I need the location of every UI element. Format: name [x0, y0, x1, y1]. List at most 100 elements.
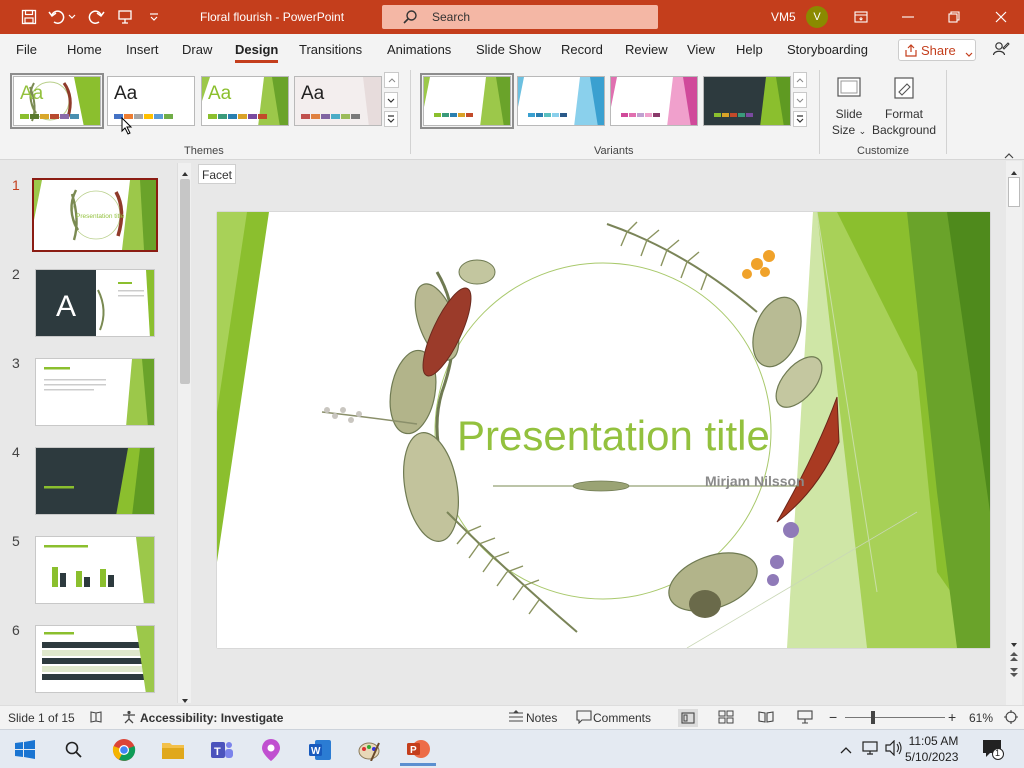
powerpoint-icon[interactable]: P	[400, 734, 436, 766]
zoom-out-icon[interactable]: −	[829, 709, 837, 725]
tab-design[interactable]: Design	[235, 42, 279, 63]
taskbar-search-icon[interactable]	[56, 734, 92, 766]
comments-icon[interactable]	[992, 40, 1010, 61]
network-icon[interactable]	[862, 740, 880, 759]
teams-icon[interactable]: T	[204, 734, 240, 766]
chrome-icon[interactable]	[106, 734, 142, 766]
slide-number: 5	[12, 533, 20, 549]
variant-3[interactable]	[610, 76, 698, 126]
maps-pin-icon[interactable]	[253, 734, 289, 766]
present-icon[interactable]	[114, 7, 136, 27]
tab-record[interactable]: Record	[561, 42, 603, 57]
reading-view-icon[interactable]	[758, 710, 774, 727]
tab-transitions[interactable]: Transitions	[299, 42, 362, 57]
slide-sorter-icon[interactable]	[718, 710, 734, 727]
slide-thumbnail-6[interactable]	[35, 625, 155, 693]
restore-icon[interactable]	[940, 5, 968, 29]
scrollbar-thumb[interactable]	[1008, 177, 1020, 207]
customize-qat-icon[interactable]	[143, 7, 165, 27]
minimize-icon[interactable]	[894, 5, 922, 29]
zoom-slider-handle[interactable]	[871, 711, 875, 724]
slide-canvas[interactable]: Presentation title Mirjam Nilsson	[217, 212, 990, 648]
ribbon-display-options-icon[interactable]	[847, 5, 875, 29]
slide-subtitle[interactable]: Mirjam Nilsson	[705, 473, 805, 489]
variant-2[interactable]	[517, 76, 605, 126]
redo-icon[interactable]	[85, 7, 107, 27]
previous-slide-icon[interactable]	[1009, 651, 1019, 666]
collapse-ribbon-icon[interactable]	[1004, 148, 1014, 162]
tab-view[interactable]: View	[687, 42, 715, 57]
thumbnails-scrollbar[interactable]	[177, 163, 191, 703]
next-slide-icon[interactable]	[1009, 667, 1019, 682]
zoom-level[interactable]: 61%	[969, 711, 993, 725]
svg-text:A: A	[56, 290, 76, 323]
variants-more-icon[interactable]	[793, 111, 807, 127]
theme-floral[interactable]: Aa	[10, 73, 104, 129]
theme-facet[interactable]: Aa	[201, 76, 289, 126]
tab-slide-show[interactable]: Slide Show	[476, 42, 541, 57]
variants-scroll-up-icon[interactable]	[793, 72, 807, 88]
share-button[interactable]: Share	[898, 39, 976, 61]
svg-text:W: W	[311, 746, 321, 757]
save-icon[interactable]	[18, 7, 40, 27]
comments-status-icon[interactable]	[576, 710, 592, 727]
slide-thumbnail-5[interactable]	[35, 536, 155, 604]
themes-more-icon[interactable]	[384, 111, 398, 127]
slide-size-button[interactable]: Slide Size ⌄	[830, 74, 868, 139]
zoom-slider[interactable]	[845, 717, 945, 718]
avatar[interactable]: V	[806, 6, 828, 28]
comments-button[interactable]: Comments	[593, 711, 651, 725]
notes-button[interactable]: Notes	[526, 711, 557, 725]
notes-icon[interactable]	[508, 710, 524, 727]
theme-ion[interactable]: Aa	[294, 76, 382, 126]
tab-help[interactable]: Help	[736, 42, 763, 57]
slide-thumbnail-3[interactable]	[35, 358, 155, 426]
variant-1[interactable]	[420, 73, 514, 129]
spelling-icon[interactable]	[89, 710, 103, 727]
slide-thumbnail-1[interactable]: Presentation title	[32, 178, 158, 252]
file-explorer-icon[interactable]	[155, 734, 191, 766]
themes-scroll-up-icon[interactable]	[384, 72, 399, 88]
format-background-button[interactable]: Format Background	[870, 74, 938, 138]
taskbar-clock[interactable]: 11:05 AM 5/10/2023	[905, 733, 958, 765]
slide-thumbnail-4[interactable]	[35, 447, 155, 515]
notifications-icon[interactable]: 1	[982, 738, 1004, 763]
scrollbar-thumb[interactable]	[180, 179, 190, 384]
theme-color-bar	[208, 114, 267, 119]
tab-insert[interactable]: Insert	[126, 42, 159, 57]
windows-start-icon[interactable]	[7, 734, 43, 766]
tab-animations[interactable]: Animations	[387, 42, 451, 57]
accessibility-status[interactable]: Accessibility: Investigate	[140, 711, 283, 725]
tab-file[interactable]: File	[16, 42, 37, 57]
volume-icon[interactable]	[885, 739, 903, 759]
tab-storyboarding[interactable]: Storyboarding	[787, 42, 868, 57]
scroll-down-icon[interactable]	[1010, 637, 1018, 651]
user-name[interactable]: VM5	[771, 10, 796, 24]
paint-icon[interactable]	[351, 734, 387, 766]
show-hidden-icons-icon[interactable]	[840, 743, 852, 757]
slide-show-icon[interactable]	[797, 710, 813, 727]
search-box[interactable]: Search	[382, 5, 658, 29]
normal-view-icon[interactable]	[678, 709, 698, 727]
slide-number: 3	[12, 355, 20, 371]
close-icon[interactable]	[987, 5, 1015, 29]
group-separator	[410, 70, 411, 154]
word-icon[interactable]: W	[302, 734, 338, 766]
accessibility-icon[interactable]	[121, 710, 137, 727]
tab-review[interactable]: Review	[625, 42, 668, 57]
undo-icon[interactable]	[46, 7, 68, 27]
slide-thumbnail-2[interactable]: A	[35, 269, 155, 337]
themes-scroll-down-icon[interactable]	[384, 92, 398, 108]
fit-slide-icon[interactable]	[1003, 709, 1019, 728]
variant-color-bar	[434, 113, 473, 117]
slide-title[interactable]: Presentation title	[457, 412, 770, 460]
variants-scroll-down-icon[interactable]	[793, 92, 807, 108]
slide-count[interactable]: Slide 1 of 15	[8, 711, 75, 725]
scroll-up-icon[interactable]	[181, 166, 189, 180]
variant-4[interactable]	[703, 76, 791, 126]
tab-home[interactable]: Home	[67, 42, 102, 57]
slide-scrollbar[interactable]	[1006, 161, 1022, 705]
undo-dropdown-icon[interactable]	[66, 7, 78, 27]
zoom-in-icon[interactable]: +	[948, 709, 956, 725]
tab-draw[interactable]: Draw	[182, 42, 212, 57]
